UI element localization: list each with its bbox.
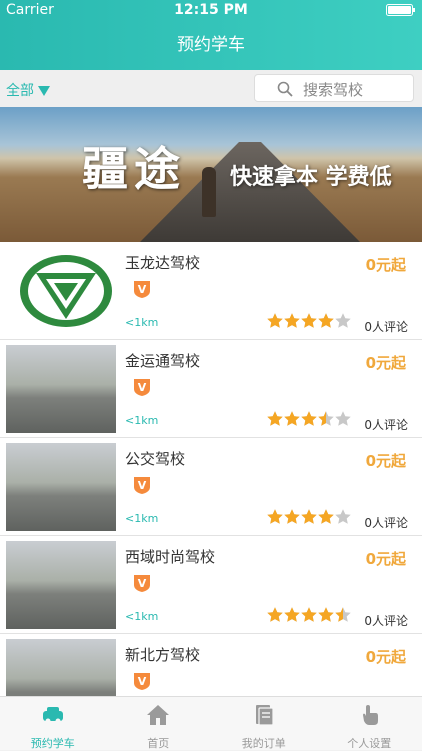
filter-bar: 全部 搜索驾校 — [0, 70, 422, 107]
school-row[interactable]: 金运通驾校 V 0元起 <1km 0人评论 — [0, 340, 422, 438]
school-photo-image — [6, 541, 116, 629]
top-bar: Carrier 12:15 PM 预约学车 — [0, 0, 422, 70]
star-icon — [267, 411, 282, 426]
verified-v-badge-icon: V — [133, 671, 151, 691]
star-icon — [318, 509, 333, 524]
star-icon — [318, 313, 333, 328]
svg-text:V: V — [138, 381, 147, 394]
svg-text:V: V — [138, 479, 147, 492]
tab-label: 个人设置 — [317, 735, 422, 751]
school-photo-image — [6, 345, 116, 433]
verified-v-badge-icon: V — [133, 573, 151, 593]
tab-label: 首页 — [106, 735, 212, 751]
star-icon — [301, 509, 316, 524]
svg-text:V: V — [138, 283, 147, 296]
school-row[interactable]: 玉龙达驾校 V 0元起 <1km 0人评论 — [0, 242, 422, 340]
rating-stars — [266, 606, 352, 624]
search-input[interactable]: 搜索驾校 — [254, 74, 414, 102]
school-reviews: 0人评论 — [364, 416, 408, 433]
svg-text:V: V — [138, 577, 147, 590]
star-icon — [301, 411, 316, 426]
battery-icon — [386, 4, 416, 16]
banner-person-image — [202, 167, 216, 217]
tab-orders[interactable]: 我的订单 — [211, 697, 317, 750]
star-icon — [284, 411, 299, 426]
school-price: 0元起 — [366, 254, 406, 275]
school-logo-image — [6, 247, 116, 335]
triangle-down-icon — [38, 86, 50, 96]
school-photo-image — [6, 443, 116, 531]
star-icon — [267, 607, 282, 622]
school-reviews: 0人评论 — [364, 318, 408, 335]
star-icon — [318, 411, 333, 426]
status-bar: Carrier 12:15 PM — [0, 0, 422, 20]
banner-slogan: 快速拿本 学费低 — [230, 159, 392, 191]
star-icon — [284, 509, 299, 524]
promo-banner[interactable]: 疆途 快速拿本 学费低 — [0, 107, 422, 242]
search-icon — [277, 81, 293, 97]
school-list: 玉龙达驾校 V 0元起<1km 0人评论金运通驾校 V 0元起<1km — [0, 242, 422, 732]
star-icon — [318, 607, 333, 622]
filter-all-dropdown[interactable]: 全部 — [6, 80, 50, 100]
school-reviews: 0人评论 — [364, 612, 408, 629]
banner-headline: 疆途 — [82, 133, 186, 199]
filter-all-label: 全部 — [6, 83, 34, 99]
page-title: 预约学车 — [0, 30, 422, 55]
school-reviews: 0人评论 — [364, 514, 408, 531]
tab-hand-pointer[interactable]: 个人设置 — [317, 697, 422, 750]
school-distance: <1km — [125, 414, 158, 427]
rating-stars — [266, 410, 352, 428]
school-price: 0元起 — [366, 352, 406, 373]
rating-stars — [266, 508, 352, 526]
star-icon — [335, 313, 350, 328]
school-name: 西域时尚驾校 — [125, 546, 215, 567]
school-distance: <1km — [125, 316, 158, 329]
star-icon — [301, 313, 316, 328]
star-icon — [284, 607, 299, 622]
star-icon — [301, 607, 316, 622]
school-name: 公交驾校 — [125, 448, 185, 469]
school-name: 金运通驾校 — [125, 350, 200, 371]
school-row[interactable]: 西域时尚驾校 V 0元起 <1km 0人评论 — [0, 536, 422, 634]
tab-car[interactable]: 预约学车 — [0, 697, 106, 750]
school-row[interactable]: 公交驾校 V 0元起 <1km 0人评论 — [0, 438, 422, 536]
search-placeholder: 搜索驾校 — [303, 79, 363, 100]
tab-home[interactable]: 首页 — [106, 697, 212, 750]
tab-label: 预约学车 — [0, 735, 106, 751]
tab-label: 我的订单 — [211, 735, 317, 751]
star-icon — [267, 313, 282, 328]
school-price: 0元起 — [366, 548, 406, 569]
star-icon — [267, 509, 282, 524]
rating-stars — [266, 312, 352, 330]
school-price: 0元起 — [366, 450, 406, 471]
star-icon — [335, 411, 350, 426]
verified-v-badge-icon: V — [133, 475, 151, 495]
star-icon — [335, 509, 350, 524]
school-name: 新北方驾校 — [125, 644, 200, 665]
svg-text:V: V — [138, 675, 147, 688]
school-distance: <1km — [125, 512, 158, 525]
school-price: 0元起 — [366, 646, 406, 667]
star-icon — [335, 607, 350, 622]
verified-v-badge-icon: V — [133, 279, 151, 299]
tab-bar: 预约学车 首页 我的订单 个人设置 — [0, 696, 422, 750]
clock: 12:15 PM — [0, 2, 422, 18]
school-distance: <1km — [125, 610, 158, 623]
verified-v-badge-icon: V — [133, 377, 151, 397]
star-icon — [284, 313, 299, 328]
school-name: 玉龙达驾校 — [125, 252, 200, 273]
